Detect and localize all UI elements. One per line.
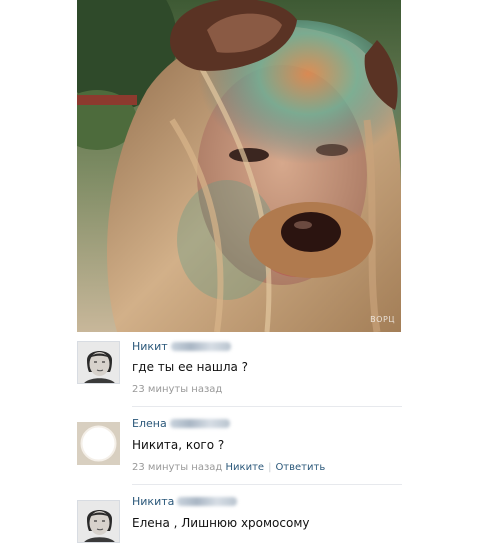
author-name[interactable]: Елена <box>132 417 167 430</box>
blurred-surname <box>177 497 238 506</box>
male-face-sketch-icon <box>78 342 119 383</box>
reply-to-link[interactable]: Никите <box>226 462 265 473</box>
avatar[interactable] <box>77 500 120 543</box>
comment-1: Никит где ты ее нашла ? 23 минуты назад <box>77 340 401 396</box>
blurred-surname <box>169 419 230 428</box>
comment-3: Никита Елена , Лишнюю хромосому <box>77 495 401 546</box>
selfie-image <box>77 0 401 332</box>
comment-2: Елена Никита, кого ? 23 минуты назад Ник… <box>77 417 401 473</box>
comment-meta: 23 минуты назад <box>132 384 222 395</box>
comment-time[interactable]: 23 минуты назад <box>132 462 222 473</box>
author-name[interactable]: Никит <box>132 340 168 353</box>
comment-author[interactable]: Елена <box>132 417 230 430</box>
blurred-surname <box>170 342 231 351</box>
reply-button[interactable]: Ответить <box>275 462 325 473</box>
male-face-sketch-icon <box>78 501 119 542</box>
watermark: ВОРЦ <box>370 315 395 324</box>
avatar[interactable] <box>77 422 120 465</box>
dog-nose-icon <box>249 202 373 278</box>
comment-author[interactable]: Никита <box>132 495 238 508</box>
avatar[interactable] <box>77 341 120 384</box>
comment-meta: 23 минуты назад Никите | Ответить <box>132 462 325 473</box>
comment-text: где ты ее нашла ? <box>132 360 249 374</box>
comment-author[interactable]: Никит <box>132 340 231 353</box>
comment-time[interactable]: 23 минуты назад <box>132 384 222 395</box>
post-photo[interactable]: ВОРЦ <box>77 0 401 332</box>
separator: | <box>268 462 272 473</box>
divider <box>132 484 402 485</box>
comment-text: Никита, кого ? <box>132 438 225 452</box>
comment-text: Елена , Лишнюю хромосому <box>132 516 310 530</box>
author-name[interactable]: Никита <box>132 495 174 508</box>
hidden-blank-avatar-icon <box>77 422 120 465</box>
divider <box>132 406 402 407</box>
